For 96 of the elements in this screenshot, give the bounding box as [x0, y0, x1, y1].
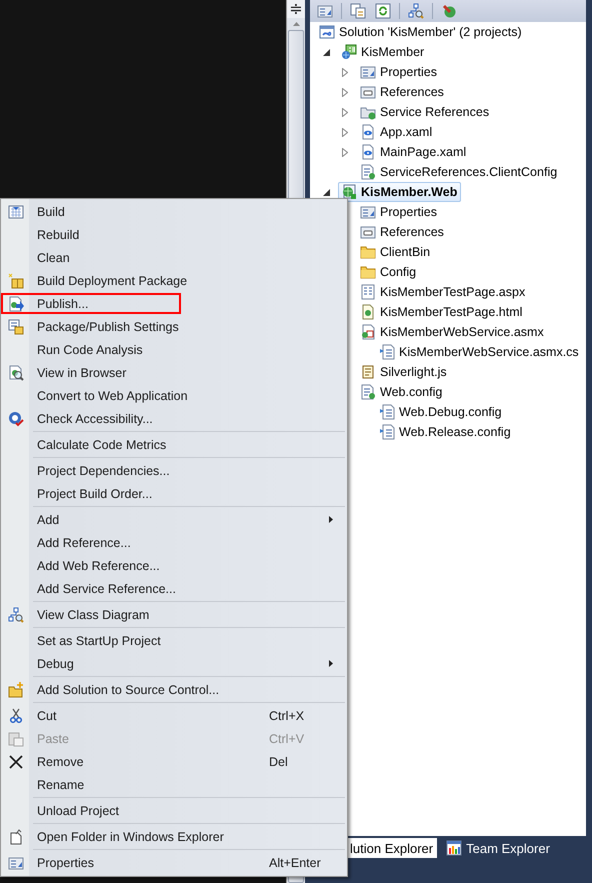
tree-item[interactable]: MainPage.xaml: [357, 142, 470, 162]
submenu-arrow-icon: [329, 660, 333, 667]
collapse-icon[interactable]: [322, 48, 330, 56]
references-icon: [360, 224, 376, 240]
tree-item[interactable]: KisMember.Web: [338, 182, 462, 202]
tree-item[interactable]: Web.config: [357, 382, 446, 402]
menu-item[interactable]: Build: [1, 200, 347, 223]
menu-item[interactable]: Add Solution to Source Control...: [1, 678, 347, 701]
config-file-icon: [360, 384, 376, 400]
tree-item[interactable]: Properties: [357, 62, 441, 82]
menu-item[interactable]: Calculate Code Metrics: [1, 433, 347, 456]
page-arrow-icon: [8, 828, 24, 844]
panel-tab[interactable]: Team Explorer: [440, 838, 556, 858]
tree-item[interactable]: Silverlight.js: [357, 362, 451, 382]
tree-item[interactable]: Properties: [357, 202, 441, 222]
menu-item[interactable]: Add Service Reference...: [1, 577, 347, 600]
menu-item[interactable]: Publish...: [1, 292, 347, 315]
tree-item[interactable]: KisMemberWebService.asmx: [357, 322, 548, 342]
browser-icon: [8, 364, 24, 380]
tree-item[interactable]: KisMemberTestPage.html: [357, 302, 526, 322]
menu-item[interactable]: Remove Del: [1, 750, 347, 773]
package-icon: [8, 272, 24, 288]
menu-item[interactable]: Add Web Reference...: [1, 554, 347, 577]
code-file-icon: [379, 424, 395, 440]
menu-item[interactable]: Clean: [1, 246, 347, 269]
tree-item[interactable]: Web.Release.config: [376, 422, 515, 442]
menu-item[interactable]: Debug: [1, 652, 347, 675]
code-file-icon: [379, 344, 395, 360]
globe-wrench-icon[interactable]: [441, 3, 457, 19]
menu-item[interactable]: Package/Publish Settings: [1, 315, 347, 338]
menu-item[interactable]: View Class Diagram: [1, 603, 347, 626]
menu-item[interactable]: Unload Project: [1, 799, 347, 822]
menu-item[interactable]: Project Dependencies...: [1, 459, 347, 482]
service-file-icon: [360, 324, 376, 340]
expand-icon[interactable]: [342, 88, 348, 96]
menu-item[interactable]: Add Reference...: [1, 531, 347, 554]
settings-page-icon: [8, 318, 24, 334]
script-icon: [360, 364, 376, 380]
page-globe-icon: [360, 304, 376, 320]
diagram-icon[interactable]: [408, 3, 424, 19]
diagram-icon: [8, 606, 24, 622]
expand-icon[interactable]: [342, 148, 348, 156]
tree-item[interactable]: References: [357, 222, 448, 242]
references-icon: [360, 84, 376, 100]
xaml-file-icon: [360, 144, 376, 160]
properties-icon: [8, 854, 24, 870]
tree-item[interactable]: ServiceReferences.ClientConfig: [357, 162, 562, 182]
menu-item[interactable]: Cut Ctrl+X: [1, 704, 347, 727]
globe-project-icon: [341, 184, 357, 200]
config-file-icon: [360, 164, 376, 180]
build-icon: [8, 204, 24, 220]
splitter-button[interactable]: ≑: [287, 0, 305, 18]
tree-item[interactable]: KisMemberWebService.asmx.cs: [376, 342, 583, 362]
accessibility-icon: [8, 410, 24, 426]
menu-item[interactable]: Add: [1, 508, 347, 531]
scissors-icon: [8, 708, 24, 724]
collapse-icon[interactable]: [322, 188, 330, 196]
menu-item[interactable]: Convert to Web Application: [1, 384, 347, 407]
menu-item[interactable]: Check Accessibility...: [1, 407, 347, 430]
expand-icon[interactable]: [342, 68, 348, 76]
menu-item[interactable]: Project Build Order...: [1, 482, 347, 505]
tree-item[interactable]: References: [357, 82, 448, 102]
properties-icon: [360, 204, 376, 220]
menu-item[interactable]: Run Code Analysis: [1, 338, 347, 361]
scroll-up-icon[interactable]: [292, 22, 300, 26]
tree-item[interactable]: Solution 'KisMember' (2 projects): [316, 22, 526, 42]
folder-icon: [360, 264, 376, 280]
code-file-icon: [379, 404, 395, 420]
menu-item[interactable]: Build Deployment Package: [1, 269, 347, 292]
expand-icon[interactable]: [342, 108, 348, 116]
xaml-file-icon: [360, 124, 376, 140]
expand-icon[interactable]: [342, 128, 348, 136]
menu-item[interactable]: Set as StartUp Project: [1, 629, 347, 652]
tree-item[interactable]: Config: [357, 262, 420, 282]
publish-icon: [8, 296, 24, 312]
properties-icon[interactable]: [317, 3, 333, 19]
tree-item[interactable]: Web.Debug.config: [376, 402, 506, 422]
tree-item[interactable]: KisMember: [338, 42, 428, 62]
menu-item[interactable]: Rebuild: [1, 223, 347, 246]
csharp-project-icon: [341, 44, 357, 60]
page-icon: [360, 284, 376, 300]
menu-item[interactable]: Rename: [1, 773, 347, 796]
copy-icon[interactable]: [350, 3, 366, 19]
properties-icon: [360, 64, 376, 80]
tree-item[interactable]: ClientBin: [357, 242, 434, 262]
paste-icon: [8, 730, 24, 746]
refresh-icon[interactable]: [375, 3, 391, 19]
folder-add-icon: [8, 682, 24, 698]
tree-item[interactable]: KisMemberTestPage.aspx: [357, 282, 530, 302]
menu-item[interactable]: View in Browser: [1, 361, 347, 384]
folder-icon: [360, 244, 376, 260]
tree-item[interactable]: Service References: [357, 102, 494, 122]
tree-item[interactable]: App.xaml: [357, 122, 436, 142]
team-icon: [446, 840, 462, 856]
submenu-arrow-icon: [329, 516, 333, 523]
delete-icon: [8, 754, 24, 770]
